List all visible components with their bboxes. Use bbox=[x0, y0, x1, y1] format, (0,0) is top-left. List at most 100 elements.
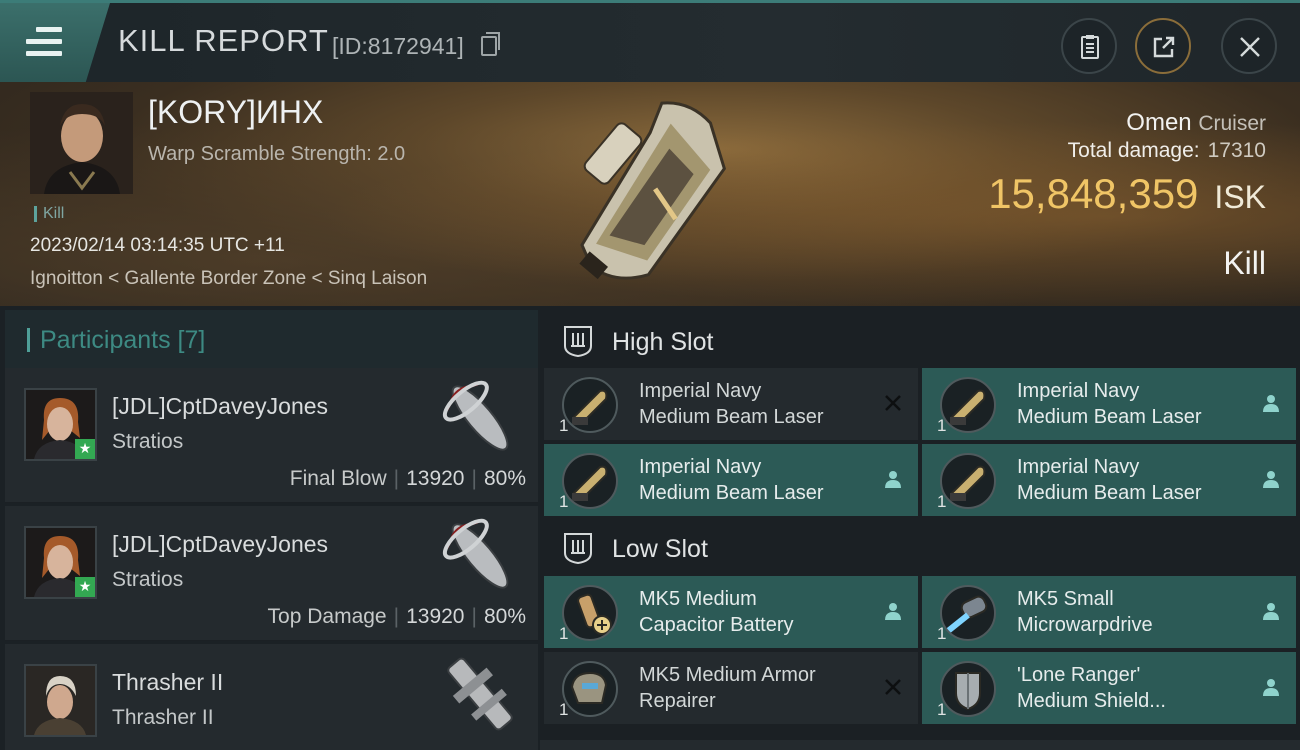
armor-repairer-icon bbox=[562, 661, 618, 717]
module-name: 'Lone Ranger' Medium Shield... bbox=[1017, 662, 1257, 714]
module-quantity: 1 bbox=[937, 700, 947, 719]
module-quantity: 1 bbox=[559, 624, 569, 643]
participant-card[interactable]: ★ [JDL]CptDaveyJones Stratios Top Damage… bbox=[5, 506, 538, 641]
header-accent bbox=[27, 328, 30, 352]
victim-name[interactable]: [KORY]ИНХ bbox=[148, 94, 323, 131]
microwarpdrive-icon bbox=[940, 585, 996, 641]
participant-percent: 80% bbox=[483, 467, 526, 490]
module-item[interactable]: 1 'Lone Ranger' Medium Shield... bbox=[922, 652, 1296, 724]
module-name-line2: Medium Beam Laser bbox=[639, 406, 824, 428]
page-title: KILL REPORT bbox=[118, 23, 329, 58]
ship-name: Omen bbox=[1126, 109, 1192, 136]
person-icon bbox=[1263, 603, 1279, 620]
share-button[interactable] bbox=[1135, 18, 1191, 74]
module-quantity: 1 bbox=[937, 416, 947, 435]
participant-ship: Stratios bbox=[112, 430, 184, 453]
clipboard-button[interactable] bbox=[1061, 18, 1117, 74]
ship-render-image bbox=[579, 101, 727, 280]
destroyed-x-icon bbox=[885, 679, 901, 695]
capacitor-battery-icon bbox=[562, 585, 618, 641]
participant-name: [JDL]CptDaveyJones bbox=[112, 393, 329, 419]
hamburger-menu-icon bbox=[26, 27, 62, 56]
module-name: Imperial Navy Medium Beam Laser bbox=[1017, 454, 1257, 506]
next-slot-header-partial bbox=[540, 740, 1300, 750]
warp-scramble-strength: Warp Scramble Strength: 2.0 bbox=[148, 143, 406, 165]
beam-laser-icon bbox=[562, 453, 618, 509]
module-name-line2: Medium Beam Laser bbox=[1017, 482, 1202, 504]
module-name-line2: Medium Beam Laser bbox=[639, 482, 824, 504]
person-icon bbox=[1263, 679, 1279, 696]
kill-report-screen: KILL REPORT [ID:8172941] [KORY]ИНХ Warp … bbox=[0, 0, 1300, 750]
participant-role: Final Blow bbox=[289, 467, 387, 490]
module-item[interactable]: 1 Imperial Navy Medium Beam Laser bbox=[544, 444, 918, 516]
beam-laser-icon bbox=[562, 377, 618, 433]
isk-unit: ISK bbox=[1214, 179, 1266, 215]
module-item[interactable]: 1 MK5 Small Microwarpdrive bbox=[922, 576, 1296, 648]
module-name-line1: Imperial Navy bbox=[639, 380, 762, 402]
module-item[interactable]: 1 Imperial Navy Medium Beam Laser bbox=[544, 368, 918, 440]
victim-ship[interactable]: Omen Cruiser bbox=[1126, 109, 1266, 137]
isk-amount: 15,848,359 bbox=[988, 170, 1199, 217]
participants-panel: Participants [7] ★ [JDL]CptDaveyJones St… bbox=[0, 306, 540, 750]
close-button[interactable] bbox=[1221, 18, 1277, 74]
destroyed-x-icon bbox=[885, 395, 901, 411]
participant-card[interactable]: ★ [JDL]CptDaveyJones Stratios Final Blow… bbox=[5, 368, 538, 503]
module-item[interactable]: 1 Imperial Navy Medium Beam Laser bbox=[922, 444, 1296, 516]
module-item[interactable]: 1 MK5 Medium Capacitor Battery bbox=[544, 576, 918, 648]
victim-banner: [KORY]ИНХ Warp Scramble Strength: 2.0 Ki… bbox=[0, 82, 1300, 306]
module-name-line1: Imperial Navy bbox=[639, 456, 762, 478]
person-icon bbox=[885, 603, 901, 620]
person-icon bbox=[1263, 471, 1279, 488]
star-badge-icon: ★ bbox=[75, 577, 95, 597]
person-icon bbox=[885, 471, 901, 488]
share-icon bbox=[1153, 36, 1175, 58]
participant-damage: 13920 bbox=[406, 467, 465, 490]
menu-button[interactable] bbox=[0, 3, 110, 82]
kill-tag: Kill bbox=[34, 206, 64, 222]
high-slot-header: High Slot bbox=[540, 310, 1300, 372]
total-damage-label: Total damage: bbox=[1067, 139, 1200, 162]
person-icon bbox=[1263, 395, 1279, 412]
ship-thumbnail bbox=[442, 518, 509, 589]
module-name: Imperial Navy Medium Beam Laser bbox=[1017, 378, 1257, 430]
module-quantity: 1 bbox=[559, 416, 569, 435]
module-item[interactable]: 1 Imperial Navy Medium Beam Laser bbox=[922, 368, 1296, 440]
participant-card[interactable]: Thrasher II Thrasher II bbox=[5, 644, 538, 750]
participant-stats: Top Damage | 13920 | 80% bbox=[267, 605, 526, 628]
avatar: ★ bbox=[24, 526, 97, 599]
module-quantity: 1 bbox=[559, 492, 569, 511]
participant-percent: 80% bbox=[483, 605, 526, 628]
star-badge-icon: ★ bbox=[75, 439, 95, 459]
beam-laser-icon bbox=[940, 453, 996, 509]
high-slot-title: High Slot bbox=[612, 328, 714, 356]
participant-stats: Final Blow | 13920 | 80% bbox=[289, 467, 526, 490]
module-name: MK5 Medium Armor Repairer bbox=[639, 662, 879, 714]
module-quantity: 1 bbox=[937, 492, 947, 511]
module-name-line2: Capacitor Battery bbox=[639, 614, 794, 636]
module-name-line2: Medium Shield... bbox=[1017, 690, 1166, 712]
kill-location[interactable]: Ignoitton < Gallente Border Zone < Sinq … bbox=[30, 268, 427, 290]
module-name: MK5 Small Microwarpdrive bbox=[1017, 586, 1257, 638]
module-name-line1: 'Lone Ranger' bbox=[1017, 664, 1141, 686]
fitting-panel: High Slot 1 Imperial Navy Medium Beam Las… bbox=[540, 306, 1300, 750]
low-slot-title: Low Slot bbox=[612, 535, 708, 563]
low-slot-icon bbox=[564, 533, 592, 565]
module-name-line2: Medium Beam Laser bbox=[1017, 406, 1202, 428]
clipboard-icon bbox=[1081, 35, 1099, 59]
header-bar: KILL REPORT [ID:8172941] bbox=[0, 0, 1300, 82]
module-item[interactable]: 1 MK5 Medium Armor Repairer bbox=[544, 652, 918, 724]
victim-portrait[interactable] bbox=[30, 92, 133, 194]
ship-thumbnail bbox=[447, 657, 513, 731]
module-quantity: 1 bbox=[559, 700, 569, 719]
copy-icon[interactable] bbox=[481, 32, 500, 56]
module-name-line1: MK5 Medium bbox=[639, 588, 757, 610]
participant-ship: Thrasher II bbox=[112, 706, 214, 729]
module-name-line1: Imperial Navy bbox=[1017, 380, 1140, 402]
high-slot-icon bbox=[564, 326, 592, 358]
participant-damage: 13920 bbox=[406, 605, 465, 628]
low-slot-header: Low Slot bbox=[540, 517, 1300, 579]
shield-module-icon bbox=[940, 661, 996, 717]
total-damage-value: 17310 bbox=[1207, 139, 1266, 162]
isk-value: 15,848,359 ISK bbox=[988, 170, 1266, 218]
kill-result: Kill bbox=[1223, 245, 1266, 281]
